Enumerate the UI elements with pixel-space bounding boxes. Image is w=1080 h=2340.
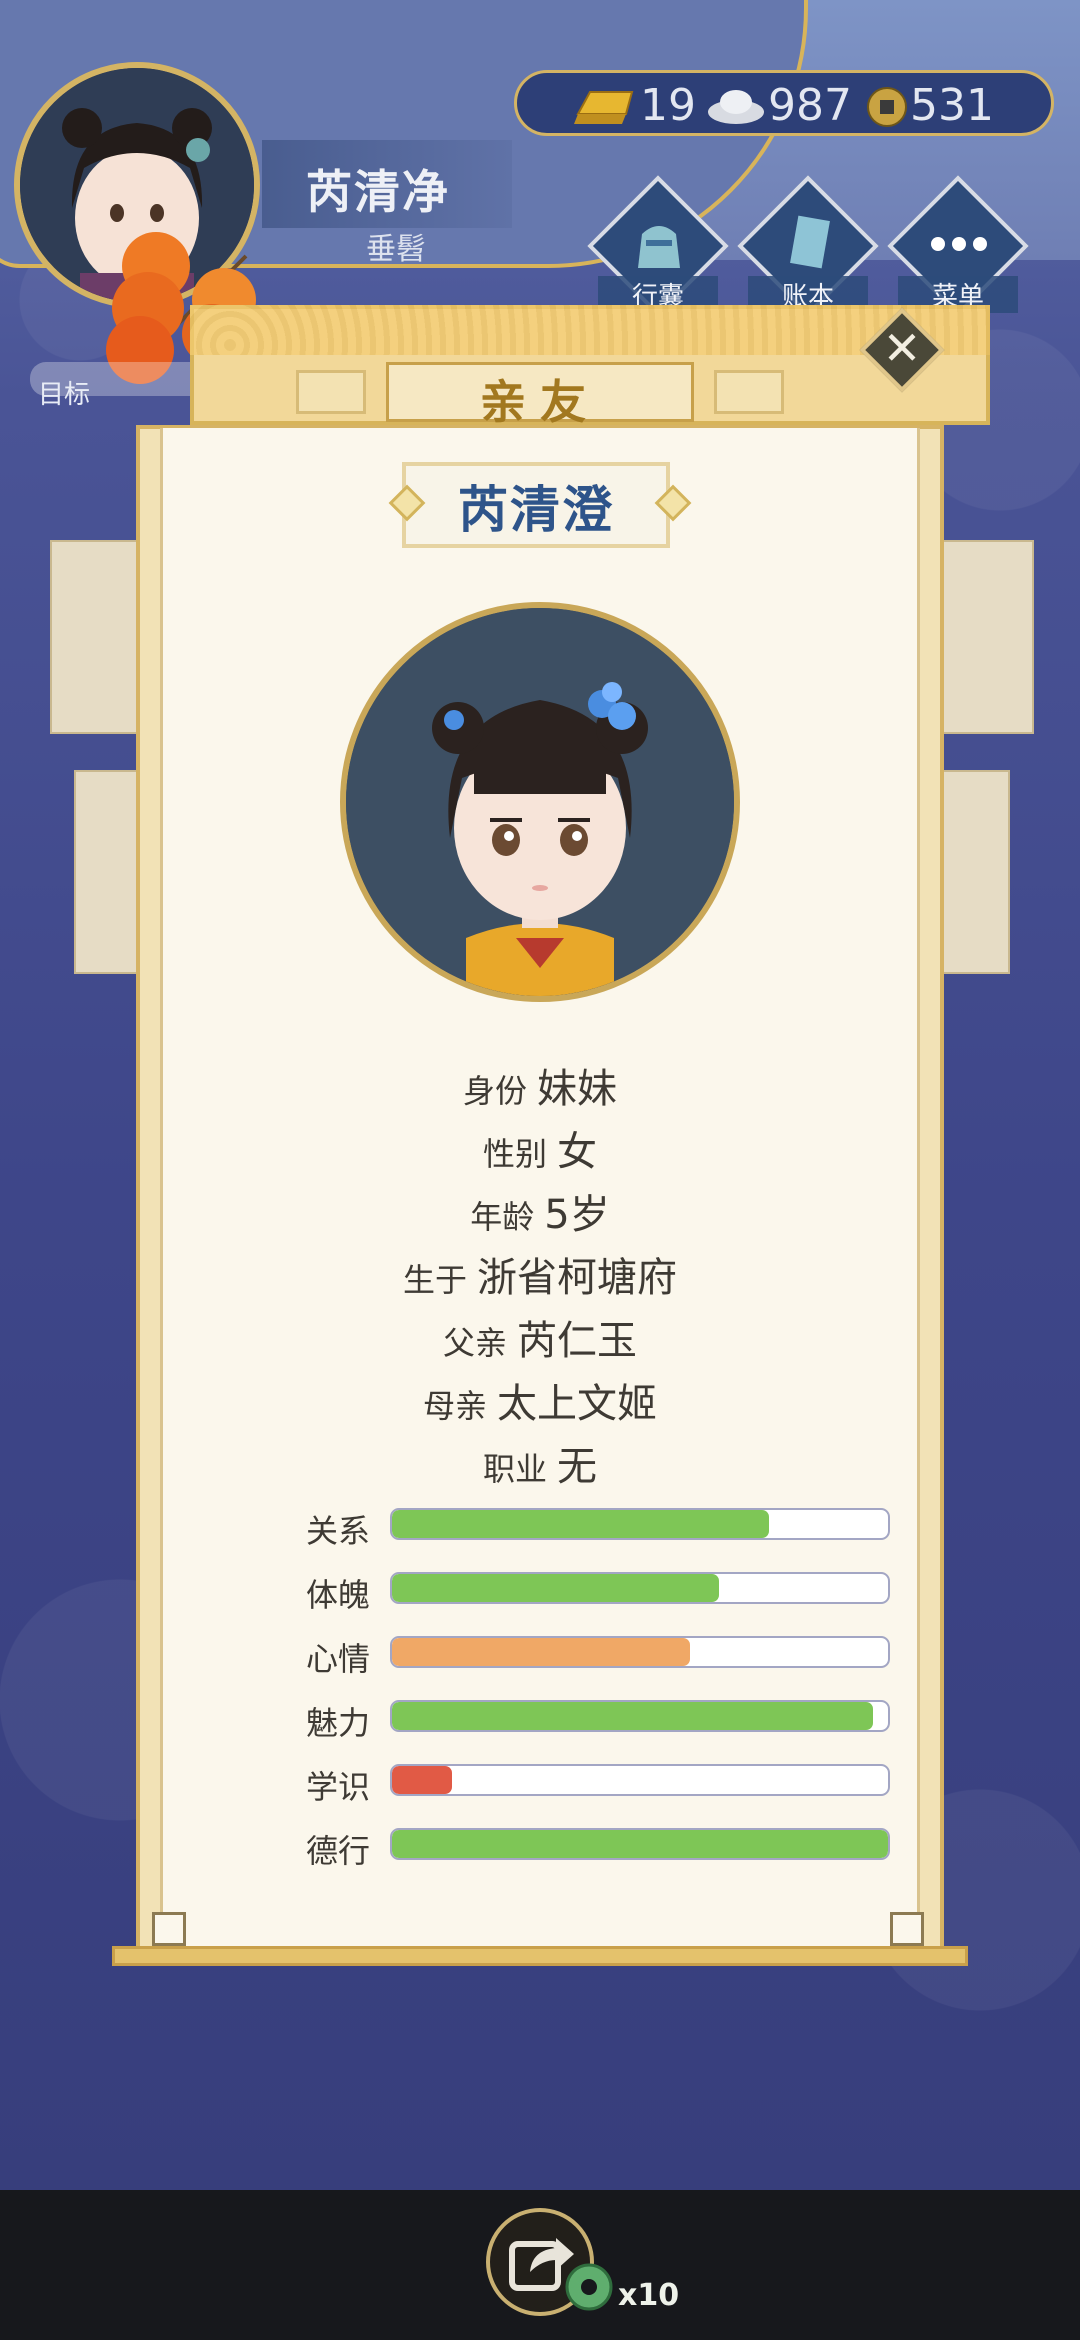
info-mother: 母亲 太上文姬 — [422, 1381, 657, 1427]
stat-fill — [392, 1638, 690, 1666]
stat-fill — [392, 1510, 769, 1538]
relative-portrait — [340, 602, 740, 1002]
stat-fill — [392, 1574, 720, 1602]
stat-fill — [392, 1702, 874, 1730]
info-age: 年龄 5岁 — [470, 1192, 610, 1238]
info-identity: 身份 妹妹 — [462, 1066, 617, 1112]
stat-knowledge-bar — [390, 1764, 890, 1796]
background-card — [930, 540, 1034, 734]
share-count: x10 — [618, 2278, 680, 2313]
close-icon[interactable]: ✕ — [872, 318, 932, 378]
jade-coin-icon — [565, 2263, 613, 2311]
header-ornament — [714, 370, 784, 414]
gold-amount: 19 — [640, 80, 696, 131]
stat-relationship-bar — [390, 1508, 890, 1540]
ledger-icon — [790, 215, 830, 269]
gold-ingot-icon — [574, 91, 634, 124]
stat-knowledge-label: 学识 — [306, 1768, 371, 1806]
stat-charm-label: 魅力 — [306, 1704, 371, 1742]
panel-bottom-rod — [112, 1946, 968, 1966]
menu-dots-icon — [931, 237, 987, 251]
stat-virtue-label: 德行 — [306, 1832, 371, 1870]
info-gender: 性别女 — [482, 1129, 597, 1175]
stat-fill — [392, 1766, 452, 1794]
info-occupation: 职业无 — [482, 1444, 597, 1490]
info-father: 父亲 芮仁玉 — [442, 1318, 637, 1364]
copper-coin-icon — [867, 87, 907, 127]
stat-fill — [392, 1830, 888, 1858]
silver-ingot-icon — [708, 90, 764, 124]
stat-physique-bar — [390, 1572, 890, 1604]
coin-amount: 531 — [910, 80, 994, 131]
player-age-stage: 垂髫 — [366, 232, 426, 267]
header-ornament — [296, 370, 366, 414]
bag-icon — [638, 226, 680, 268]
silver-amount: 987 — [768, 80, 852, 131]
panel-corner — [152, 1912, 186, 1946]
target-label: 目标 — [38, 380, 91, 410]
panel-title: 亲友 — [480, 375, 600, 429]
stat-relationship-label: 关系 — [306, 1512, 371, 1550]
info-birthplace: 生于 浙省柯塘府 — [402, 1255, 677, 1301]
stat-mood-label: 心情 — [306, 1640, 371, 1678]
stat-virtue-bar — [390, 1828, 890, 1860]
player-name: 芮清净 — [306, 165, 450, 219]
panel-corner — [890, 1912, 924, 1946]
stat-physique-label: 体魄 — [306, 1576, 371, 1614]
relative-name: 芮清澄 — [458, 481, 614, 539]
stat-charm-bar — [390, 1700, 890, 1732]
stat-mood-bar — [390, 1636, 890, 1668]
